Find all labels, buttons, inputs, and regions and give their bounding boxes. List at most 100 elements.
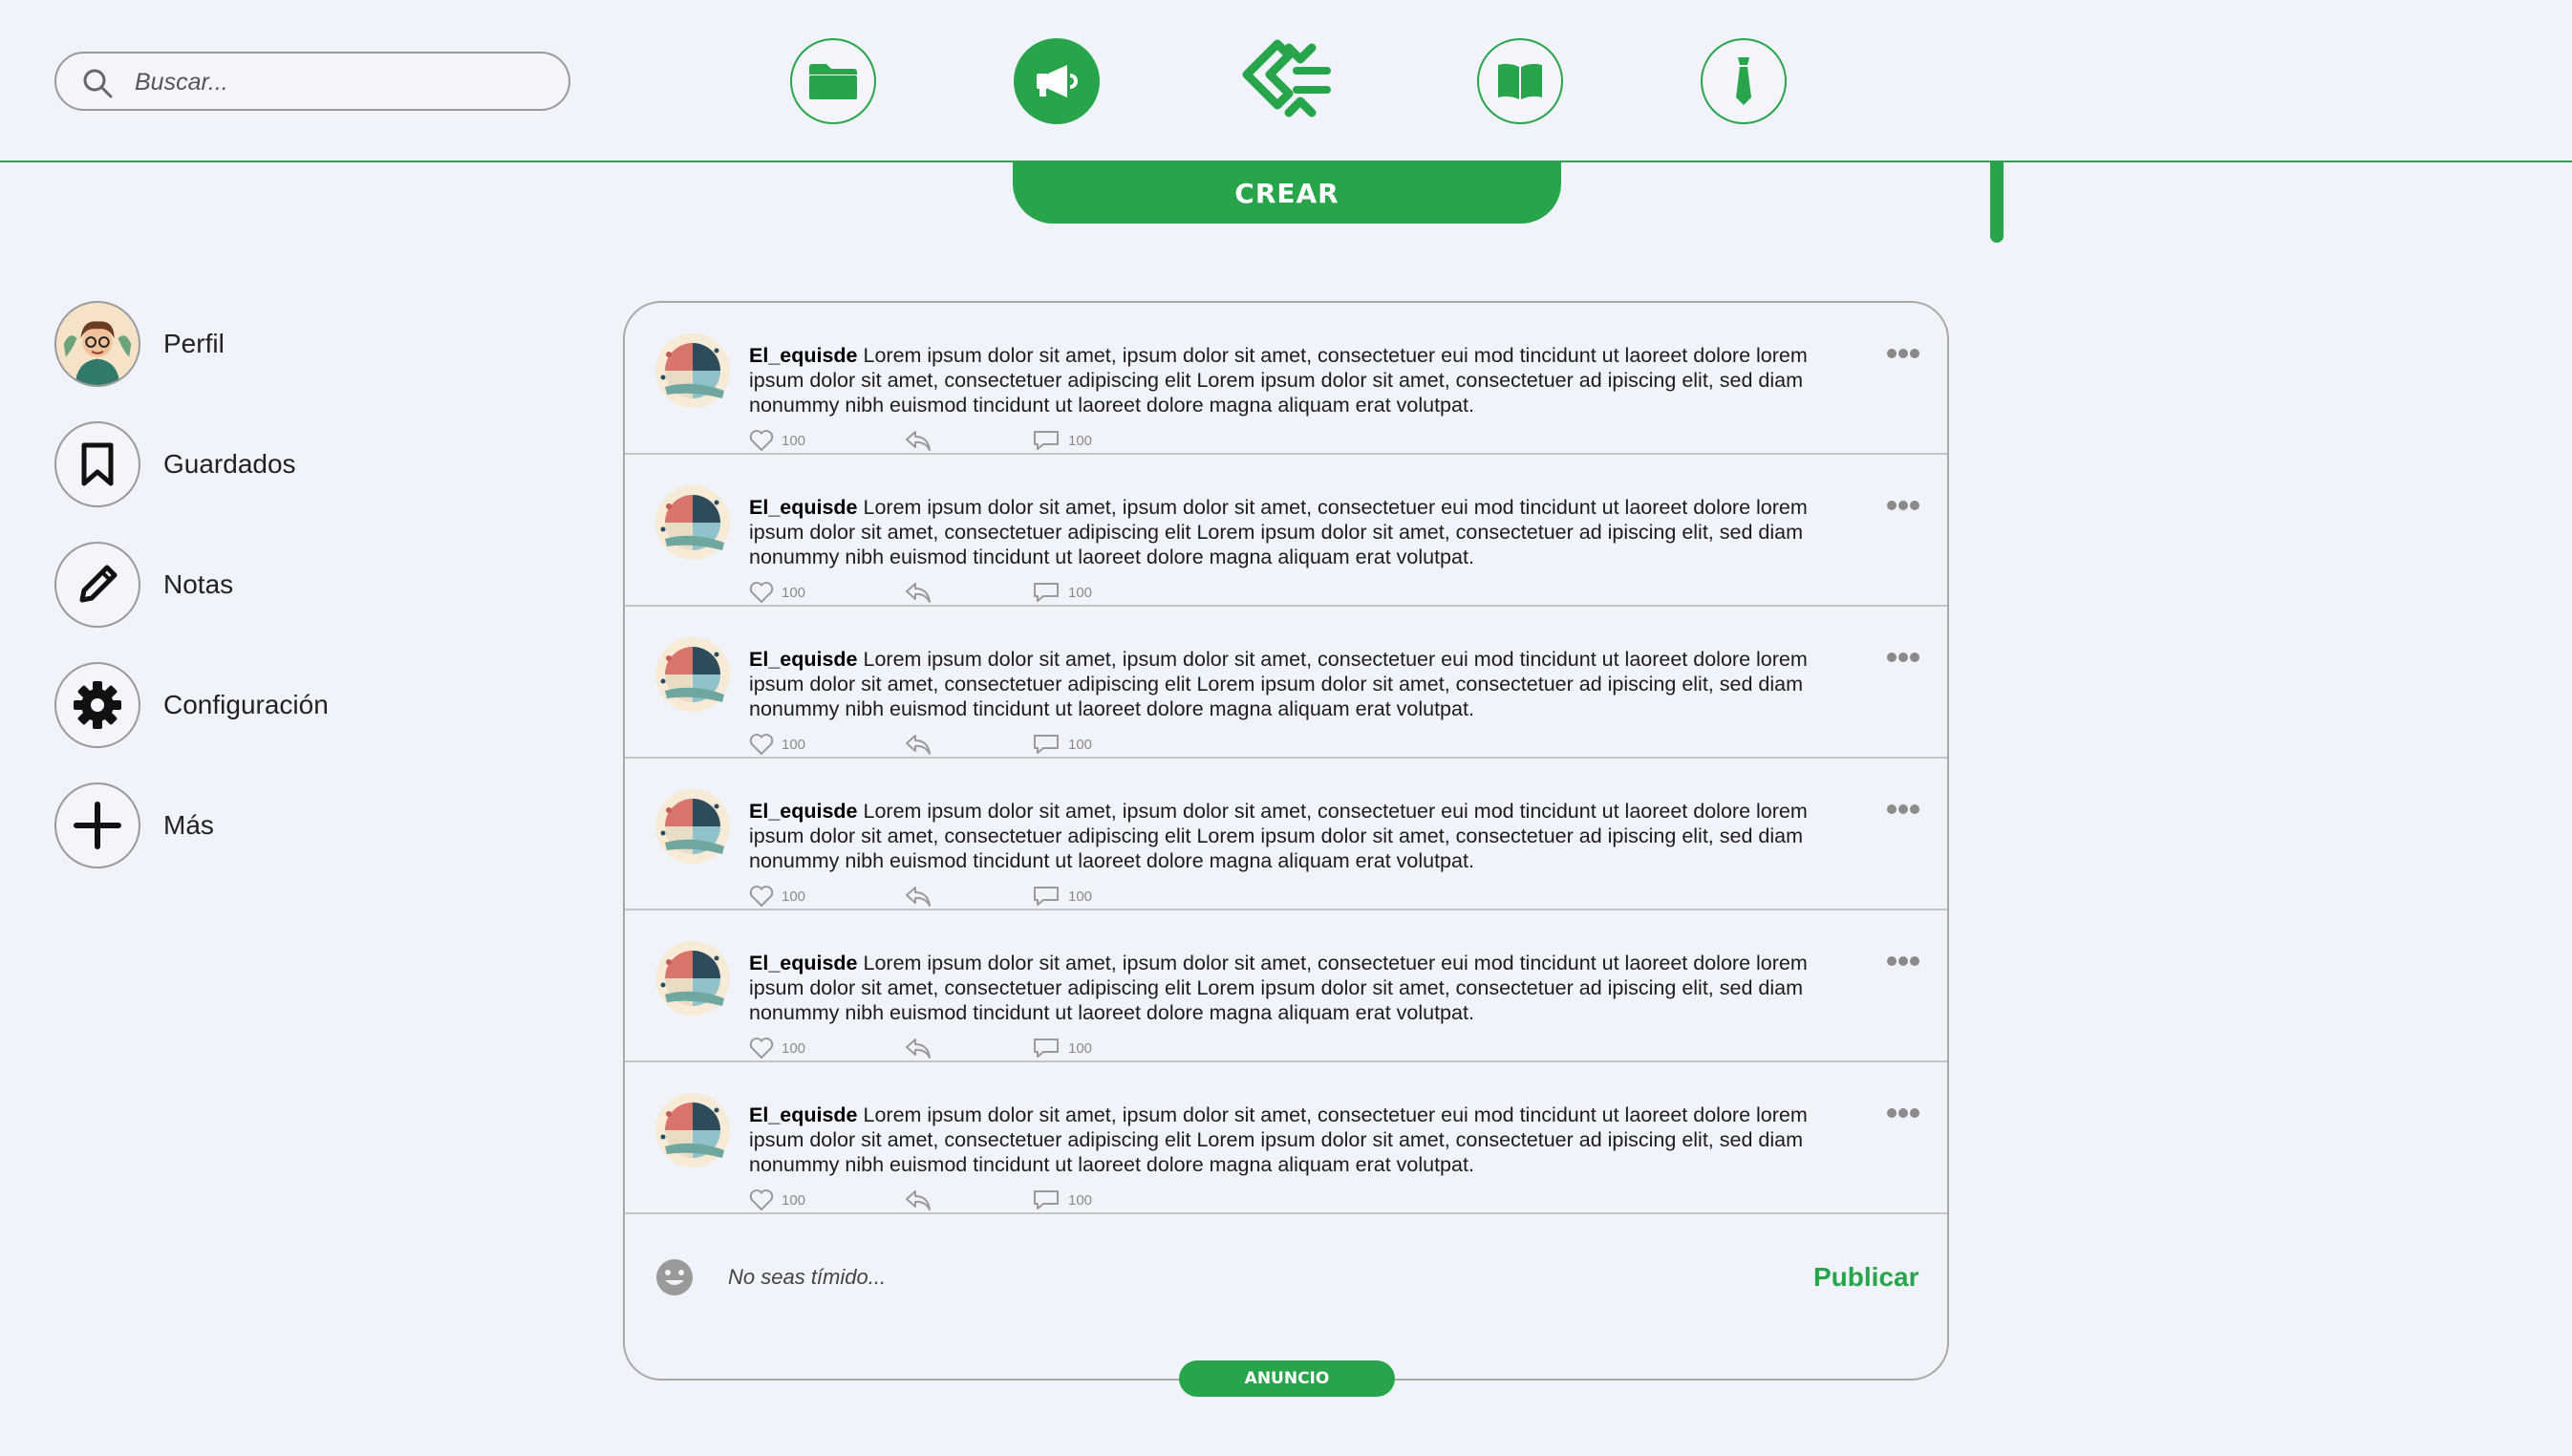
- reply-icon: [906, 887, 931, 907]
- sidebar-icon-circle: [54, 421, 140, 507]
- post-avatar[interactable]: [655, 941, 730, 1016]
- share-button[interactable]: [904, 885, 940, 908]
- comment-button[interactable]: 100: [1032, 429, 1092, 452]
- post-body: El_equisde Lorem ipsum dolor sit amet, i…: [749, 343, 1857, 418]
- comment-button[interactable]: 100: [1032, 733, 1092, 756]
- reply-icon: [906, 735, 931, 755]
- comment-button[interactable]: 100: [1032, 885, 1092, 908]
- comment-count: 100: [1068, 888, 1093, 905]
- more-options-icon[interactable]: [1886, 347, 1920, 360]
- sidebar-item-notes[interactable]: Notas: [54, 541, 233, 629]
- heart-icon: [749, 1189, 774, 1211]
- megaphone-icon: [1037, 65, 1078, 97]
- post-actions: 100 100: [749, 429, 1131, 456]
- reply-icon: [906, 1038, 931, 1059]
- sidebar-item-settings[interactable]: Configuración: [54, 661, 329, 749]
- like-count: 100: [782, 584, 806, 601]
- like-button[interactable]: 100: [749, 581, 805, 604]
- post-username[interactable]: El_equisde: [749, 648, 858, 671]
- post-avatar[interactable]: [655, 485, 730, 560]
- post-text: Lorem ipsum dolor sit amet, ipsum dolor …: [749, 648, 1808, 720]
- feed-post: El_equisde Lorem ipsum dolor sit amet, i…: [625, 303, 1947, 455]
- bookmark-icon: [81, 442, 114, 486]
- composer-input[interactable]: [728, 1258, 1492, 1296]
- sidebar-item-profile[interactable]: Perfil: [54, 300, 225, 388]
- heart-icon: [749, 734, 774, 756]
- sidebar-item-label: Guardados: [163, 449, 296, 479]
- post-text: Lorem ipsum dolor sit amet, ipsum dolor …: [749, 496, 1808, 568]
- comment-icon: [1034, 735, 1059, 754]
- like-button[interactable]: 100: [749, 429, 805, 452]
- comment-count: 100: [1068, 584, 1093, 601]
- post-text: Lorem ipsum dolor sit amet, ipsum dolor …: [749, 800, 1808, 872]
- feed-post: El_equisde Lorem ipsum dolor sit amet, i…: [625, 1062, 1947, 1214]
- reply-icon: [906, 583, 931, 603]
- reply-icon: [906, 431, 931, 451]
- comment-count: 100: [1068, 432, 1093, 449]
- sidebar-item-label: Perfil: [163, 329, 225, 358]
- ad-badge[interactable]: ANUNCIO: [1179, 1360, 1395, 1397]
- post-username[interactable]: El_equisde: [749, 1103, 858, 1126]
- like-button[interactable]: 100: [749, 733, 805, 756]
- heart-icon: [749, 886, 774, 908]
- scrollbar-handle[interactable]: [1990, 162, 2004, 243]
- comment-button[interactable]: 100: [1032, 1037, 1092, 1060]
- post-username[interactable]: El_equisde: [749, 952, 858, 974]
- gear-icon: [74, 681, 121, 729]
- post-actions: 100 100: [749, 581, 1131, 608]
- sidebar-icon-circle: [54, 782, 140, 868]
- post-username[interactable]: El_equisde: [749, 344, 858, 367]
- comment-count: 100: [1068, 1039, 1093, 1057]
- emoji-icon[interactable]: [655, 1258, 694, 1296]
- more-options-icon[interactable]: [1886, 803, 1920, 816]
- post-username[interactable]: El_equisde: [749, 800, 858, 823]
- app-logo[interactable]: [1239, 36, 1335, 124]
- reply-icon: [906, 1190, 931, 1210]
- nav-folder-button[interactable]: [790, 38, 876, 124]
- heart-icon: [749, 1038, 774, 1060]
- like-button[interactable]: 100: [749, 1037, 805, 1060]
- sidebar-item-label: Más: [163, 810, 214, 840]
- sidebar-item-label: Notas: [163, 569, 234, 599]
- share-button[interactable]: [904, 429, 940, 452]
- more-options-icon[interactable]: [1886, 651, 1920, 664]
- heart-icon: [749, 430, 774, 452]
- post-text: Lorem ipsum dolor sit amet, ipsum dolor …: [749, 344, 1808, 417]
- more-options-icon[interactable]: [1886, 1106, 1920, 1120]
- like-button[interactable]: 100: [749, 885, 805, 908]
- like-count: 100: [782, 736, 806, 753]
- sidebar-icon-circle: [54, 662, 140, 748]
- share-button[interactable]: [904, 581, 940, 604]
- book-icon: [1498, 63, 1542, 99]
- post-avatar[interactable]: [655, 637, 730, 712]
- post-username[interactable]: El_equisde: [749, 496, 858, 519]
- like-button[interactable]: 100: [749, 1188, 805, 1211]
- feed-post: El_equisde Lorem ipsum dolor sit amet, i…: [625, 455, 1947, 607]
- sidebar-item-saved[interactable]: Guardados: [54, 420, 296, 508]
- post-composer: Publicar: [625, 1230, 1947, 1325]
- share-button[interactable]: [904, 1037, 940, 1060]
- nav-library-button[interactable]: [1477, 38, 1563, 124]
- post-avatar[interactable]: [655, 1093, 730, 1167]
- like-count: 100: [782, 1191, 806, 1209]
- publish-button[interactable]: Publicar: [1813, 1258, 1918, 1296]
- post-avatar[interactable]: [655, 789, 730, 864]
- nav-announcements-button[interactable]: [1014, 38, 1100, 124]
- pencil-icon: [79, 565, 118, 603]
- comment-icon: [1034, 887, 1059, 906]
- more-options-icon[interactable]: [1886, 954, 1920, 968]
- comment-button[interactable]: 100: [1032, 1188, 1092, 1211]
- post-avatar[interactable]: [655, 333, 730, 408]
- comment-icon: [1034, 1190, 1059, 1210]
- folder-icon: [809, 64, 857, 99]
- sidebar-item-more[interactable]: Más: [54, 782, 214, 869]
- search-box[interactable]: [54, 52, 570, 111]
- search-input[interactable]: [135, 61, 536, 103]
- more-options-icon[interactable]: [1886, 499, 1920, 512]
- create-button[interactable]: CREAR: [1013, 162, 1561, 224]
- share-button[interactable]: [904, 1188, 940, 1211]
- post-actions: 100 100: [749, 1037, 1131, 1063]
- comment-button[interactable]: 100: [1032, 581, 1092, 604]
- nav-work-button[interactable]: [1701, 38, 1787, 124]
- share-button[interactable]: [904, 733, 940, 756]
